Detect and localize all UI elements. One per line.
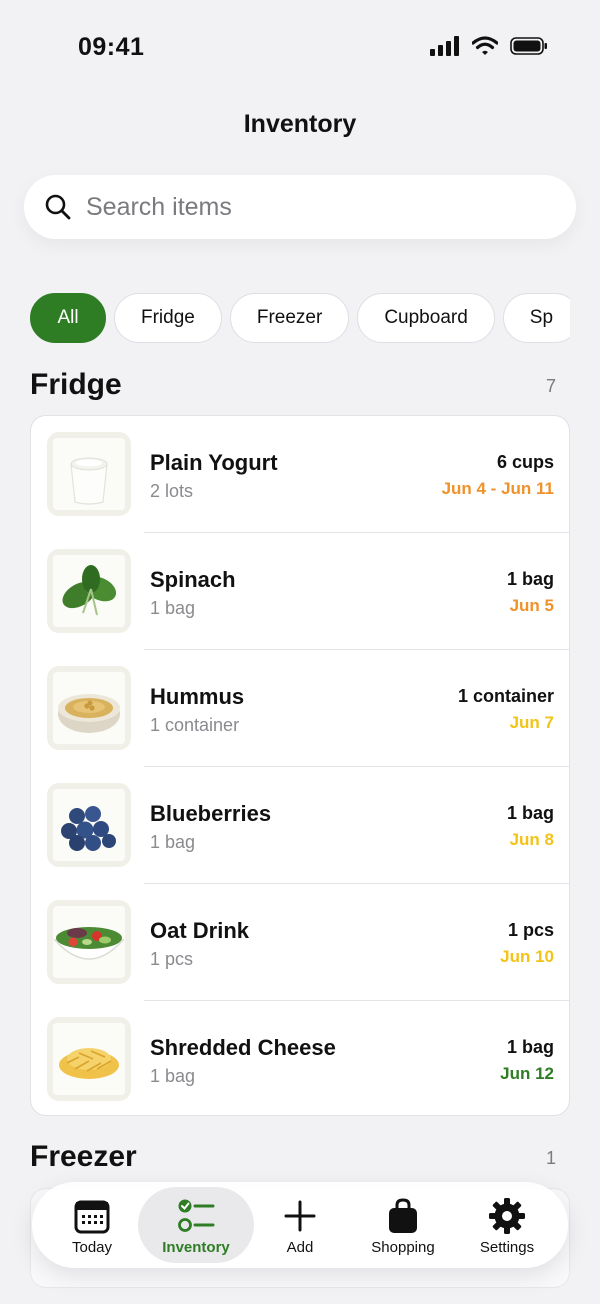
item-expiry-date: Jun 7	[509, 713, 554, 732]
checklist-icon	[178, 1199, 215, 1232]
search-bar[interactable]	[24, 175, 576, 239]
item-subtitle: 1 bag	[150, 832, 196, 852]
item-name: Hummus	[150, 684, 245, 709]
item-expiry-date: Jun 8	[509, 830, 554, 849]
tab-label: Inventory	[162, 1239, 230, 1256]
tab-inventory[interactable]: Inventory	[144, 1182, 248, 1268]
item-name: Oat Drink	[150, 918, 250, 943]
item-quantity: 1 pcs	[507, 920, 554, 940]
hummus-icon	[47, 666, 131, 750]
tab-add[interactable]: Add	[248, 1182, 352, 1268]
list-item[interactable]: Oat Drink 1 pcs 1 pcs Jun 10	[31, 884, 569, 1001]
bag-icon	[389, 1198, 417, 1233]
item-name: Spinach	[150, 567, 236, 592]
section-count: 7	[545, 376, 556, 396]
wifi-icon	[472, 36, 498, 55]
yogurt-icon	[47, 432, 131, 516]
salad-icon	[47, 900, 131, 984]
tab-bar: Today Inventory Add Shopping Settings	[32, 1182, 568, 1268]
section-header-freezer: Freezer 1	[30, 1140, 570, 1180]
status-bar: 09:41	[0, 0, 600, 96]
item-name: Plain Yogurt	[150, 450, 278, 475]
status-time: 09:41	[78, 33, 145, 61]
tab-label: Today	[71, 1239, 113, 1256]
item-expiry-date: Jun 5	[509, 596, 554, 615]
filter-chip-fridge[interactable]: Fridge	[114, 293, 222, 343]
status-icons	[430, 36, 548, 56]
tab-shopping[interactable]: Shopping	[351, 1182, 455, 1268]
gear-icon	[489, 1198, 525, 1234]
cheese-icon	[47, 1017, 131, 1101]
item-expiry-date: Jun 10	[500, 947, 554, 966]
search-input[interactable]	[84, 191, 528, 223]
list-item[interactable]: Blueberries 1 bag 1 bag Jun 8	[31, 767, 569, 884]
list-item[interactable]: Shredded Cheese 1 bag 1 bag Jun 12	[31, 1001, 569, 1115]
filter-chips: All Fridge Freezer Cupboard Sp	[30, 293, 570, 343]
plus-icon	[284, 1200, 316, 1232]
search-icon	[45, 194, 71, 220]
tab-label: Settings	[479, 1239, 535, 1256]
spinach-icon	[47, 549, 131, 633]
item-subtitle: 1 bag	[150, 598, 196, 618]
item-subtitle: 2 lots	[150, 481, 194, 501]
item-quantity: 1 container	[457, 686, 554, 706]
item-subtitle: 1 pcs	[150, 949, 194, 969]
list-item[interactable]: Spinach 1 bag 1 bag Jun 5	[31, 533, 569, 650]
item-name: Shredded Cheese	[150, 1035, 336, 1060]
calendar-icon	[74, 1200, 110, 1234]
item-quantity: 6 cups	[496, 452, 554, 472]
item-quantity: 1 bag	[506, 569, 554, 589]
filter-chip-cupboard[interactable]: Cupboard	[357, 293, 495, 343]
item-quantity: 1 bag	[506, 803, 554, 823]
tab-label: Add	[286, 1239, 314, 1256]
item-quantity: 1 bag	[506, 1037, 554, 1057]
filter-chip-all[interactable]: All	[30, 293, 106, 343]
tab-settings[interactable]: Settings	[455, 1182, 559, 1268]
blueberries-icon	[47, 783, 131, 867]
filter-chip-spices[interactable]: Sp	[502, 293, 570, 343]
tab-label: Shopping	[371, 1239, 435, 1256]
list-item[interactable]: Plain Yogurt 2 lots 6 cups Jun 4 - Jun 1…	[31, 416, 569, 533]
item-expiry-date: Jun 4 - Jun 11	[441, 479, 554, 498]
section-title: Freezer	[30, 1140, 137, 1173]
item-subtitle: 1 bag	[150, 1066, 196, 1086]
tab-today[interactable]: Today	[40, 1182, 144, 1268]
list-item[interactable]: Hummus 1 container 1 container Jun 7	[31, 650, 569, 767]
item-expiry-date: Jun 12	[500, 1064, 554, 1083]
filter-chip-freezer[interactable]: Freezer	[229, 293, 350, 343]
section-title: Fridge	[30, 368, 122, 401]
section-count: 1	[545, 1148, 556, 1168]
section-header-fridge: Fridge 7	[30, 368, 570, 408]
fridge-items-card: Plain Yogurt 2 lots 6 cups Jun 4 - Jun 1…	[30, 415, 570, 1116]
item-name: Blueberries	[150, 801, 272, 826]
item-subtitle: 1 container	[150, 715, 240, 735]
page-title: Inventory	[243, 110, 357, 138]
battery-icon	[510, 37, 547, 55]
signal-icon	[430, 36, 459, 56]
